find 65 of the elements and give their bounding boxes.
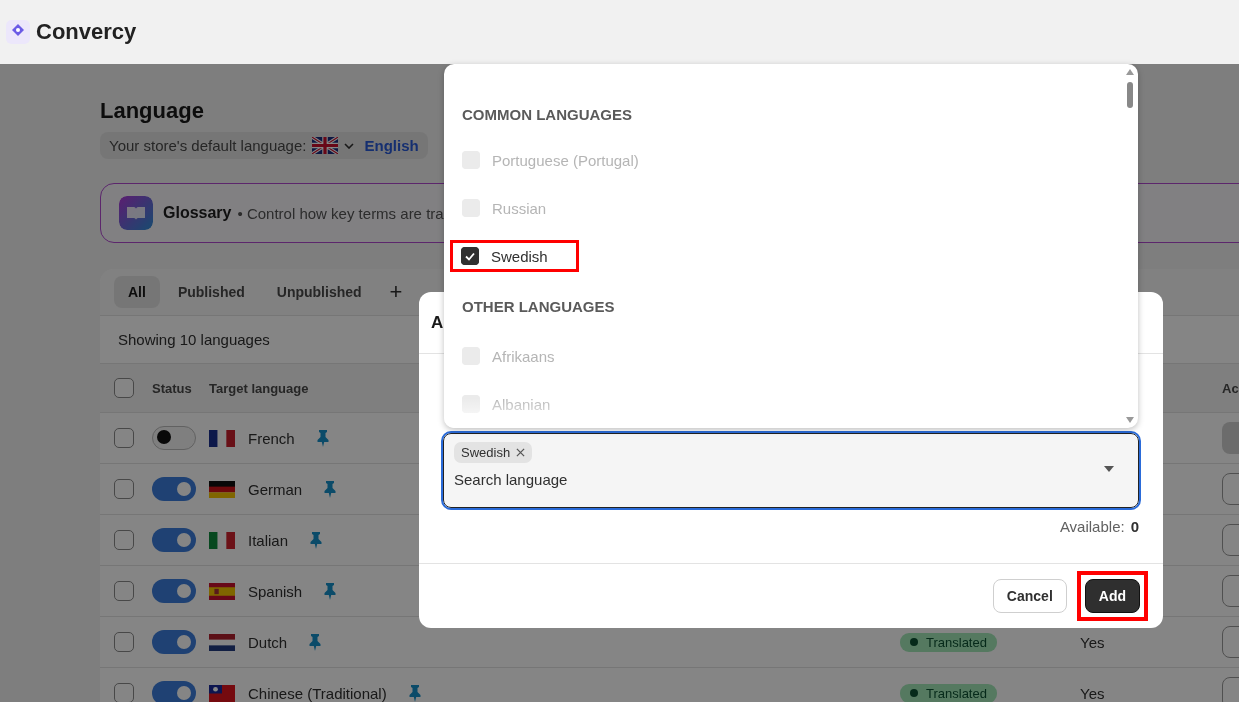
column-header: Status xyxy=(152,380,193,396)
flag-icon xyxy=(209,582,235,600)
language-name: Italian xyxy=(248,531,289,549)
publish-toggle[interactable] xyxy=(152,630,196,654)
pin-icon[interactable] xyxy=(324,480,337,498)
pin-icon[interactable] xyxy=(324,582,337,600)
filter-tab[interactable]: Unpublished xyxy=(262,276,376,308)
language-name: Dutch xyxy=(248,633,288,651)
publish-toggle[interactable] xyxy=(152,528,196,552)
selected-language-chip[interactable]: Swedish xyxy=(454,442,533,463)
flag-icon xyxy=(312,137,339,154)
available-count: 0 xyxy=(1130,518,1139,535)
row-checkbox[interactable] xyxy=(114,428,134,448)
table-cell: Yes xyxy=(1080,633,1105,651)
pin-icon[interactable] xyxy=(310,531,323,549)
row-checkbox[interactable] xyxy=(114,479,134,499)
glossary-title: Glossary xyxy=(163,204,232,222)
pin-icon[interactable] xyxy=(408,684,421,702)
book-icon xyxy=(119,196,153,230)
flag-icon xyxy=(209,531,235,549)
flag-icon xyxy=(209,429,235,447)
chevron-down-icon[interactable] xyxy=(344,142,355,149)
table-cell: Yes xyxy=(1080,684,1105,702)
filter-tab[interactable]: Published xyxy=(163,276,259,308)
language-name: German xyxy=(248,480,303,498)
row-checkbox[interactable] xyxy=(114,632,134,652)
filter-tab[interactable]: All xyxy=(114,276,160,308)
flag-icon xyxy=(209,480,235,498)
publish-toggle[interactable] xyxy=(152,426,196,450)
dialog-title: A xyxy=(431,312,444,333)
group-heading: COMMON LANGUAGES xyxy=(462,104,633,125)
dropdown-caret-icon[interactable] xyxy=(1104,466,1114,472)
column-header: Target language xyxy=(209,380,310,396)
group-heading: OTHER LANGUAGES xyxy=(462,296,616,317)
status-badge: Translated xyxy=(900,683,997,702)
add-tab-button[interactable]: + xyxy=(379,279,413,305)
close-icon[interactable] xyxy=(516,448,526,457)
available-label: Available: xyxy=(1059,518,1125,535)
logo-icon xyxy=(6,20,30,44)
language-name: Spanish xyxy=(248,582,303,600)
row-checkbox[interactable] xyxy=(114,581,134,601)
default-language-value[interactable]: English xyxy=(364,137,419,154)
language-name: Chinese (Traditional) xyxy=(248,684,387,702)
languages-count: Showing 10 languages xyxy=(118,331,270,348)
checkbox[interactable] xyxy=(461,247,479,265)
language-name: French xyxy=(248,429,295,447)
column-header: Ac xyxy=(1222,380,1239,396)
page-title: Language xyxy=(100,98,204,124)
select-all-checkbox[interactable] xyxy=(114,378,134,398)
default-language-label: Your store's default language: xyxy=(109,137,307,154)
row-checkbox[interactable] xyxy=(114,530,134,550)
app-name: Convercy xyxy=(36,19,137,45)
add-button[interactable]: Add xyxy=(1084,579,1140,613)
publish-toggle[interactable] xyxy=(152,579,196,603)
status-badge: Translated xyxy=(900,632,997,652)
pin-icon[interactable] xyxy=(316,429,329,447)
flag-icon xyxy=(209,633,235,651)
publish-toggle[interactable] xyxy=(152,477,196,501)
language-option[interactable]: Swedish xyxy=(461,247,548,265)
language-select-field[interactable]: Swedish Search language xyxy=(443,433,1139,508)
glossary-description: • Control how key terms are tra xyxy=(237,204,444,222)
cancel-button[interactable]: Cancel xyxy=(992,579,1067,613)
publish-toggle[interactable] xyxy=(152,681,196,702)
pin-icon[interactable] xyxy=(309,633,322,651)
row-checkbox[interactable] xyxy=(114,683,134,702)
